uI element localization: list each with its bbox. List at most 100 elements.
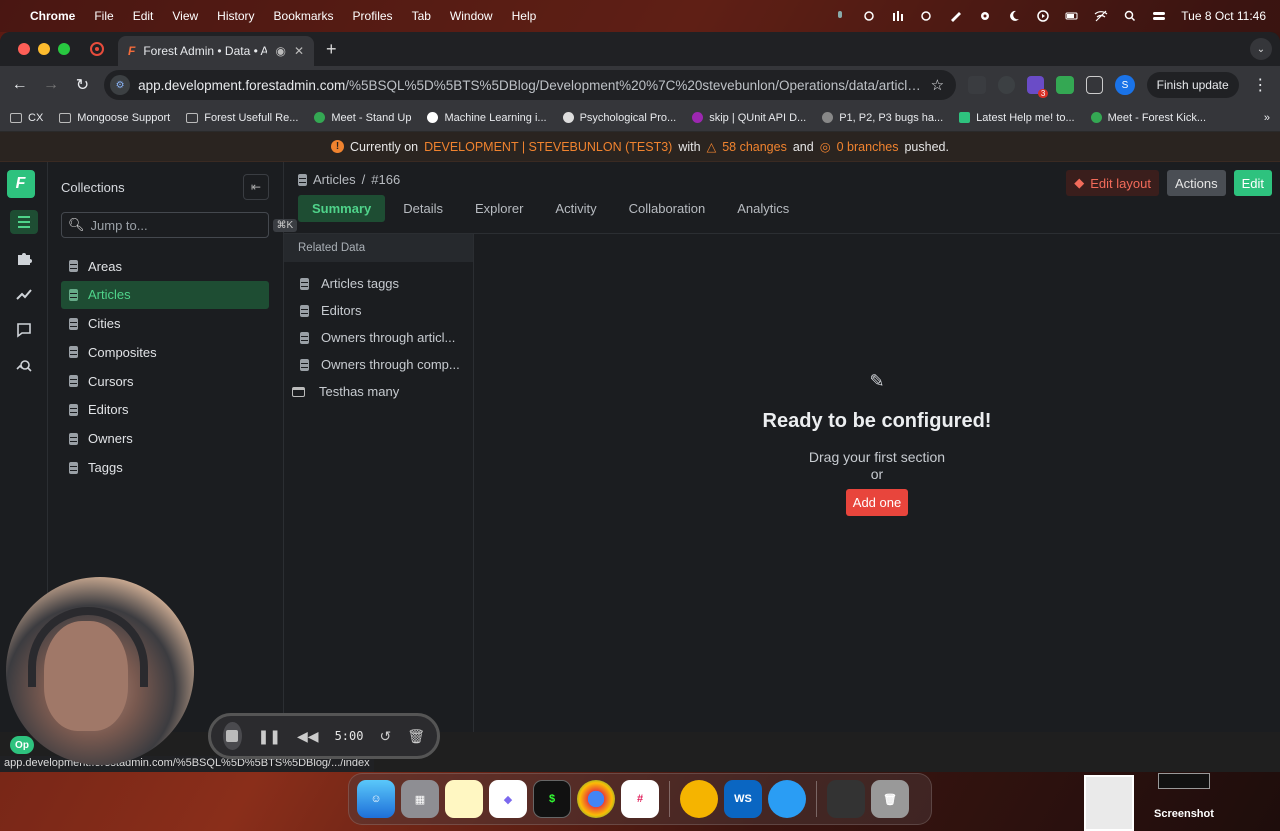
dock-webstorm-icon[interactable]: WS [724,780,762,818]
microphone-icon[interactable] [833,10,847,22]
new-tab-button[interactable]: + [326,39,337,60]
bookmark-cx[interactable]: CX [10,112,43,124]
collection-cities[interactable]: Cities [61,310,269,338]
collection-articles[interactable]: Articles [61,280,269,309]
gear-tray-icon[interactable] [978,10,992,22]
dock-terminal-icon[interactable]: $ [533,780,571,818]
related-testhas-many[interactable]: Testhas many [284,378,473,405]
battery-icon[interactable] [1065,10,1079,22]
menu-view[interactable]: View [172,9,198,23]
extensions-puzzle-icon[interactable] [1085,76,1104,94]
bookmark-mongoose[interactable]: Mongoose Support [59,112,170,124]
dock-elephant-icon[interactable] [768,780,806,818]
address-bar[interactable]: ⚙ app.development.forestadmin.com/%5BSQL… [104,70,957,100]
data-nav-button[interactable] [9,210,38,234]
pause-recording-button[interactable]: ❚❚ [258,728,281,745]
play-circle-icon[interactable] [1036,10,1050,22]
collection-owners[interactable]: Owners [61,425,269,453]
browser-tab-forest-admin[interactable]: F Forest Admin • Data • Arti ◉ ✕ [118,36,314,66]
menu-history[interactable]: History [217,9,254,23]
collection-areas[interactable]: Areas [61,252,269,280]
menu-tab[interactable]: Tab [412,9,431,23]
tab-explorer[interactable]: Explorer [461,195,537,222]
forest-logo[interactable]: F [6,170,35,198]
menu-bookmarks[interactable]: Bookmarks [274,9,334,23]
tab-close-icon[interactable]: ✕ [294,44,304,58]
dock-finder-icon[interactable]: ☺ [357,780,395,818]
forward-button[interactable]: → [41,76,60,94]
rewind-button[interactable]: ◀◀ [297,728,319,745]
related-editors[interactable]: Editors [284,297,473,324]
menubar-datetime[interactable]: Tue 8 Oct 11:46 [1181,9,1266,23]
dock-chrome-canary-icon[interactable] [680,780,718,818]
related-articles-taggs[interactable]: Articles taggs [284,270,473,297]
bookmark-star-icon[interactable]: ☆ [931,76,944,94]
menu-edit[interactable]: Edit [133,9,154,23]
jump-to-search[interactable]: 🔍︎ ⌘K [61,212,298,238]
banner-branches[interactable]: 0 branches [837,140,899,154]
bookmark-meet-standup[interactable]: Meet - Stand Up [314,112,411,124]
extension-wave-icon[interactable] [968,76,986,94]
collection-editors[interactable]: Editors [61,396,269,424]
dock-launchpad-icon[interactable]: ▦ [401,780,439,818]
back-button[interactable]: ← [10,76,29,94]
chrome-menu-icon[interactable]: ⋮ [1251,75,1270,95]
reload-button[interactable]: ↻ [73,75,92,95]
actions-button[interactable]: Actions [1166,170,1226,196]
tab-summary[interactable]: Summary [298,195,386,222]
jump-to-input[interactable] [90,217,267,233]
bookmark-psychological[interactable]: Psychological Pro... [562,112,676,124]
equalizer-icon[interactable] [891,10,905,22]
sync-icon[interactable] [862,10,876,22]
extension-globe-icon[interactable] [997,76,1015,94]
bookmark-meet-kickoff[interactable]: Meet - Forest Kick... [1090,112,1206,124]
dock-slack-icon[interactable]: # [621,780,659,818]
collection-composites[interactable]: Composites [61,338,269,366]
restart-recording-button[interactable]: ↺ [379,728,391,745]
bookmark-bugs[interactable]: P1, P2, P3 bugs ha... [822,112,943,124]
tab-analytics[interactable]: Analytics [723,195,803,222]
desktop-screenshot-label[interactable]: Screenshot [1154,808,1214,820]
tab-collaboration[interactable]: Collaboration [615,195,720,222]
bookmark-machine-learning[interactable]: Machine Learning i... [427,112,547,124]
stop-recording-button[interactable] [223,722,242,750]
menu-file[interactable]: File [94,9,113,23]
edit-layout-button[interactable]: ◆ Edit layout [1066,170,1159,196]
pen-tray-icon[interactable] [949,10,963,22]
weather-icon[interactable] [920,10,934,22]
desktop-screenshot-thumbnail[interactable] [1084,775,1134,831]
edit-button[interactable]: Edit [1233,170,1272,196]
delete-recording-button[interactable]: 🗑︎ [407,728,425,745]
dock-trash-icon[interactable]: 🗑︎ [871,780,909,818]
webcam-overlay[interactable] [6,577,194,765]
collection-taggs[interactable]: Taggs [61,454,269,482]
site-info-icon[interactable]: ⚙ [110,75,131,95]
close-window-button[interactable] [18,43,30,55]
explore-nav-button[interactable] [10,354,38,378]
related-owners-through-articles[interactable]: Owners through articl... [284,324,473,351]
menu-profiles[interactable]: Profiles [353,9,393,23]
tab-search-button[interactable]: ⌄ [1250,38,1272,60]
collapse-sidebar-button[interactable]: ⇤ [243,174,269,200]
banner-changes[interactable]: 58 changes [722,140,787,154]
control-center-icon[interactable] [1152,10,1166,22]
profile-avatar[interactable]: S [1115,75,1135,95]
menu-help[interactable]: Help [512,9,537,23]
tab-activity[interactable]: Activity [541,195,610,222]
maximize-window-button[interactable] [58,43,70,55]
spotlight-search-icon[interactable] [1123,10,1137,22]
wifi-off-icon[interactable] [1094,10,1108,22]
minimize-window-button[interactable] [38,43,50,55]
menu-window[interactable]: Window [450,9,493,23]
collection-cursors[interactable]: Cursors [61,367,269,395]
tab-details[interactable]: Details [389,195,457,222]
extension-badge-icon[interactable]: 3 [1026,76,1049,98]
dock-downloads-icon[interactable] [827,780,865,818]
moon-icon[interactable] [1007,10,1021,22]
related-owners-through-composites[interactable]: Owners through comp... [284,351,473,378]
analytics-nav-button[interactable] [10,282,38,306]
add-one-button[interactable]: Add one [845,488,909,516]
breadcrumb-collection[interactable]: Articles [313,172,356,187]
bookmarks-overflow-icon[interactable]: » [1264,112,1270,124]
dock-clickup-icon[interactable]: ◆ [489,780,527,818]
